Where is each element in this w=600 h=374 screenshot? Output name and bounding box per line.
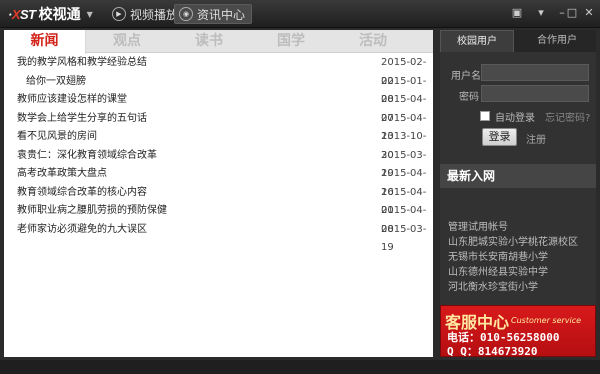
news-date: 2015-03-19 (381, 223, 427, 254)
list-item[interactable]: 山东肥城实验小学桃花源校区 (448, 235, 594, 250)
news-icon: ◉ (179, 7, 193, 21)
news-panel: 新闻 观点 读书 国学 活动 我的教学风格和教学经验总结 2015-02-02 给… (4, 30, 433, 357)
news-title[interactable]: 袁贵仁：深化教育领域综合改革 (17, 147, 157, 166)
tab-reading[interactable]: 读书 (168, 30, 250, 53)
app-name: 校视通 (38, 7, 81, 23)
news-tabs: 新闻 观点 读书 国学 活动 (4, 30, 433, 54)
news-title[interactable]: 给你一双翅膀 (26, 73, 86, 92)
nav-label: 资讯中心 (197, 7, 246, 22)
customer-service-banner[interactable]: 客服中心 Customer service 电话：010-56258000 Q … (440, 305, 596, 357)
forgot-password-link[interactable]: 忘记密码? (545, 109, 590, 124)
tab-opinion[interactable]: 观点 (86, 30, 168, 53)
username-label: 用户名 (451, 71, 481, 82)
play-icon: ▶ (112, 7, 126, 21)
close-icon[interactable]: ✕ (582, 6, 596, 20)
list-item[interactable]: 给你一双翅膀 2015-01-08 (4, 73, 433, 106)
list-item[interactable]: 管理试用帐号 (448, 220, 594, 235)
new-users-list: 管理试用帐号 山东肥城实验小学桃花源校区 无锡市长安南胡巷小学 山东德州经县实验… (448, 220, 594, 295)
news-list: 我的教学风格和教学经验总结 2015-02-02 给你一双翅膀 2015-01-08… (4, 54, 433, 254)
nav-video-play[interactable]: ▶ 视频播放 (108, 4, 184, 24)
chevron-down-icon[interactable]: ▼ (87, 10, 93, 19)
login-tabs: 校园用户 合作用户 (440, 30, 596, 52)
new-users-heading: 最新入网 (440, 164, 596, 188)
news-title[interactable]: 看不见风景的房间 (17, 128, 97, 147)
password-label: 密码 (459, 92, 479, 103)
logo-mark: ·XST (8, 6, 36, 22)
list-item[interactable]: 数学会上给学生分享的五句话 2015-04-13 (4, 110, 433, 143)
tab-events[interactable]: 活动 (332, 30, 414, 53)
tab-partner-user[interactable]: 合作用户 (518, 30, 596, 52)
auto-login-label: 自动登录 (495, 113, 535, 124)
title-bar: ·XST 校视通 ▼ ▶ 视频播放 ◉ 资讯中心 ▣ ▾ – □ ✕ (0, 0, 600, 28)
banner-subtitle: Customer service (511, 316, 582, 325)
list-item[interactable]: 高考改革政策大盘点 2015-04-16 (4, 165, 433, 198)
menu-icon[interactable]: ▾ (534, 6, 548, 20)
auto-login-checkbox[interactable] (480, 111, 490, 121)
list-item[interactable]: 教育领域综合改革的核心内容 2015-04-01 (4, 184, 433, 217)
tab-campus-user[interactable]: 校园用户 (440, 30, 514, 52)
tab-chinese-studies[interactable]: 国学 (250, 30, 332, 53)
list-item[interactable]: 无锡市长安南胡巷小学 (448, 250, 594, 265)
register-link[interactable]: 注册 (526, 131, 546, 146)
news-title[interactable]: 我的教学风格和教学经验总结 (17, 54, 147, 73)
skin-icon[interactable]: ▣ (510, 6, 524, 20)
username-input[interactable] (481, 64, 589, 81)
list-item[interactable]: 看不见风景的房间 2013-10-30 (4, 128, 433, 161)
list-item[interactable]: 我的教学风格和教学经验总结 2015-02-02 (4, 54, 433, 87)
tab-news[interactable]: 新闻 (4, 30, 86, 54)
news-title[interactable]: 老师家访必须避免的九大误区 (17, 221, 147, 240)
list-item[interactable]: 袁贵仁：深化教育领域综合改革 2015-03-19 (4, 147, 433, 180)
login-button[interactable]: 登录 (482, 128, 517, 146)
list-item[interactable]: 河北衡水珍宝街小学 (448, 280, 594, 295)
list-item[interactable]: 教师职业病之腰肌劳损的预防保健 2015-04-08 (4, 202, 433, 235)
status-bar (0, 360, 600, 374)
news-title[interactable]: 教师职业病之腰肌劳损的预防保健 (17, 202, 167, 221)
app-logo[interactable]: ·XST 校视通 ▼ (8, 5, 93, 24)
news-title[interactable]: 数学会上给学生分享的五句话 (17, 110, 147, 129)
news-title[interactable]: 教师应该建设怎样的课堂 (17, 91, 127, 110)
nav-label: 视频播放 (130, 7, 179, 22)
list-item[interactable]: 老师家访必须避免的九大误区 2015-03-19 (4, 221, 433, 254)
password-input[interactable] (481, 85, 589, 102)
nav-news-center[interactable]: ◉ 资讯中心 (174, 4, 253, 24)
list-item[interactable]: 教师应该建设怎样的课堂 2015-04-07 (4, 91, 433, 124)
news-title[interactable]: 教育领域综合改革的核心内容 (17, 184, 147, 203)
maximize-icon[interactable]: □ (565, 6, 579, 20)
news-title[interactable]: 高考改革政策大盘点 (17, 165, 107, 184)
list-item[interactable]: 山东德州经县实验中学 (448, 265, 594, 280)
banner-qq: Q Q：814673920 (447, 345, 538, 357)
